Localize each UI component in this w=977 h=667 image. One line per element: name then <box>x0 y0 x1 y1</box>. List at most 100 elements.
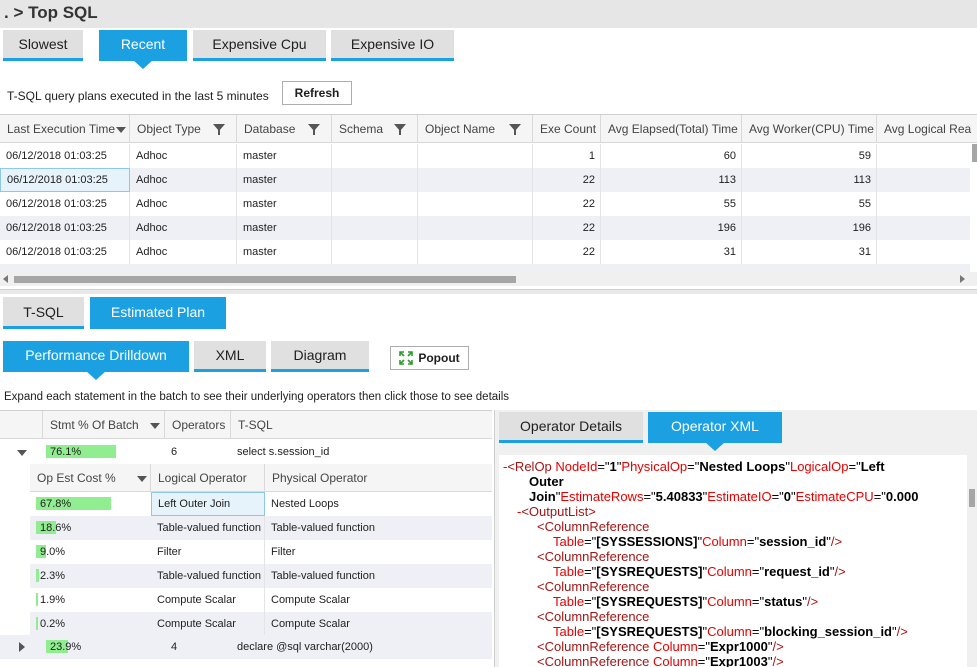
tab-performance-drilldown[interactable]: Performance Drilldown <box>3 341 189 380</box>
xml-relop-line: -<RelOp NodeId="1"PhysicalOp="Nested Loo… <box>503 459 885 474</box>
op-cost-bar <box>36 617 38 630</box>
cell-db: master <box>237 168 332 192</box>
col-label: Physical Operator <box>272 470 368 485</box>
table-row-partial <box>0 264 970 272</box>
refresh-button[interactable]: Refresh <box>282 81 352 105</box>
col-stmt-pct[interactable]: Stmt % Of Batch <box>43 411 165 439</box>
table-row[interactable]: 06/12/2018 01:03:25 Adhoc master 22 31 3… <box>0 240 970 264</box>
table-row[interactable]: 06/12/2018 01:03:25 Adhoc master 22 196 … <box>0 216 970 240</box>
breadcrumb: . > Top SQL <box>4 3 98 22</box>
operator-row[interactable]: 67.8% Left Outer Join Nested Loops <box>30 492 492 516</box>
drilldown-grid: Stmt % Of Batch Operators T-SQL 76.1% 6 … <box>0 410 492 667</box>
xml-scroll-thumb[interactable] <box>969 489 975 507</box>
cell-count: 1 <box>533 144 601 168</box>
xml-colref-line: Table="[SYSREQUESTS]"Column="blocking_se… <box>553 624 908 639</box>
sort-desc-icon[interactable] <box>150 423 160 429</box>
scroll-thumb[interactable] <box>14 276 516 283</box>
operator-xml-view[interactable]: -<RelOp NodeId="1"PhysicalOp="Nested Loo… <box>499 455 967 667</box>
tab-estimated-plan[interactable]: Estimated Plan <box>90 297 226 329</box>
filter-icon[interactable] <box>213 124 225 135</box>
stmt-tsql: select s.session_id <box>237 446 330 458</box>
popout-icon <box>399 351 414 365</box>
col-last-execution-time[interactable]: Last Execution Time <box>0 115 130 143</box>
op-logical: Table-valued function <box>151 564 265 588</box>
scroll-right-icon[interactable] <box>960 275 965 283</box>
table-row[interactable]: 06/12/2018 01:03:25 Adhoc master 22 113 … <box>0 168 970 192</box>
col-label: Exe Count <box>540 122 597 136</box>
operator-row[interactable]: 0.2% Compute Scalar Compute Scalar <box>30 612 492 636</box>
tab-expensive-io[interactable]: Expensive IO <box>331 30 454 61</box>
col-operators[interactable]: Operators <box>165 411 231 439</box>
op-cost-label: 9.0% <box>40 546 66 558</box>
op-logical: Compute Scalar <box>151 612 265 636</box>
xml-physicalop: Nested Loops <box>699 459 786 474</box>
col-label: Database <box>244 122 296 136</box>
collapse-icon[interactable] <box>17 450 27 456</box>
popout-button[interactable]: Popout <box>390 346 469 370</box>
table-row[interactable]: 06/12/2018 01:03:25 Adhoc master 1 60 59 <box>0 144 970 168</box>
col-label: Object Type <box>137 122 201 136</box>
cell-type: Adhoc <box>130 168 237 192</box>
col-exe-count[interactable]: Exe Count <box>533 115 601 143</box>
col-physical-operator[interactable]: Physical Operator <box>265 464 492 492</box>
xml-relop-line-3: Join"EstimateRows="5.40833"EstimateIO="0… <box>529 489 919 504</box>
scroll-left-icon[interactable] <box>3 275 8 283</box>
tab-slowest[interactable]: Slowest <box>3 30 83 61</box>
operator-row[interactable]: 9.0% Filter Filter <box>30 540 492 564</box>
col-avg-worker[interactable]: Avg Worker(CPU) Time <box>742 115 877 143</box>
op-physical: Compute Scalar <box>271 618 350 630</box>
xml-colref-table: [SYSREQUESTS] <box>596 624 703 639</box>
operator-row[interactable]: 18.6% Table-valued function Table-valued… <box>30 516 492 540</box>
col-logical-operator[interactable]: Logical Operator <box>151 464 265 492</box>
op-logical: Compute Scalar <box>151 588 265 612</box>
xml-estimate-rows: 5.40833 <box>655 489 703 504</box>
cell-time: 06/12/2018 01:03:25 <box>0 216 130 240</box>
recent-caption: T-SQL query plans executed in the last 5… <box>7 89 269 103</box>
cell-type: Adhoc <box>130 240 237 264</box>
xml-logicalop-1: Left <box>860 459 885 474</box>
table-row[interactable]: 06/12/2018 01:03:25 Adhoc master 22 55 5… <box>0 192 970 216</box>
op-logical: Left Outer Join <box>151 492 265 516</box>
pane-splitter[interactable] <box>0 289 977 294</box>
xml-colref-line: Table="[SYSSESSIONS]"Column="session_id"… <box>553 534 843 549</box>
col-tsql[interactable]: T-SQL <box>231 411 492 439</box>
tab-operator-details[interactable]: Operator Details <box>499 412 643 443</box>
popout-label: Popout <box>418 351 460 365</box>
filter-icon[interactable] <box>509 124 521 135</box>
col-avg-elapsed[interactable]: Avg Elapsed(Total) Time <box>601 115 742 143</box>
horizontal-scrollbar[interactable] <box>0 272 977 286</box>
tab-recent[interactable]: Recent <box>99 30 187 69</box>
col-op-est-cost[interactable]: Op Est Cost % <box>30 464 151 492</box>
statement-row[interactable]: 23.9% 4 declare @sql varchar(2000) <box>0 635 492 659</box>
xml-logicalop-2: Outer <box>529 474 564 489</box>
col-label: Avg Elapsed(Total) Time <box>608 122 738 136</box>
cell-elapsed: 60 <box>601 144 742 168</box>
sort-desc-icon[interactable] <box>137 476 147 482</box>
cell-elapsed: 55 <box>601 192 742 216</box>
operator-row[interactable]: 1.9% Compute Scalar Compute Scalar <box>30 588 492 612</box>
xml-colref-open: <ColumnReference <box>537 549 650 564</box>
vertical-scroll-thumb[interactable] <box>972 144 977 162</box>
cell-db: master <box>237 216 332 240</box>
cell-worker: 59 <box>742 144 877 168</box>
xml-outputlist: -<OutputList> <box>517 504 596 519</box>
op-physical: Compute Scalar <box>271 594 350 606</box>
filter-icon[interactable] <box>394 124 406 135</box>
filter-icon[interactable] <box>308 124 320 135</box>
stmt-operators: 6 <box>171 446 178 458</box>
operator-row[interactable]: 2.3% Table-valued function Table-valued … <box>30 564 492 588</box>
xml-vertical-scrollbar[interactable] <box>967 455 977 667</box>
tab-operator-xml[interactable]: Operator XML <box>648 412 782 451</box>
tab-tsql[interactable]: T-SQL <box>3 297 84 329</box>
sort-desc-icon[interactable] <box>116 127 126 133</box>
cell-elapsed: 196 <box>601 216 742 240</box>
tab-expensive-cpu[interactable]: Expensive Cpu <box>193 30 326 61</box>
col-label: Stmt % Of Batch <box>50 417 139 432</box>
query-grid: Last Execution Time Object Type Database… <box>0 114 977 286</box>
tab-xml[interactable]: XML <box>194 341 266 372</box>
col-label: Last Execution Time <box>7 122 116 136</box>
col-avg-logical[interactable]: Avg Logical Rea <box>877 115 977 143</box>
tab-diagram[interactable]: Diagram <box>271 341 369 372</box>
statement-row[interactable]: 76.1% 6 select s.session_id <box>0 440 492 464</box>
expand-icon[interactable] <box>19 642 25 652</box>
